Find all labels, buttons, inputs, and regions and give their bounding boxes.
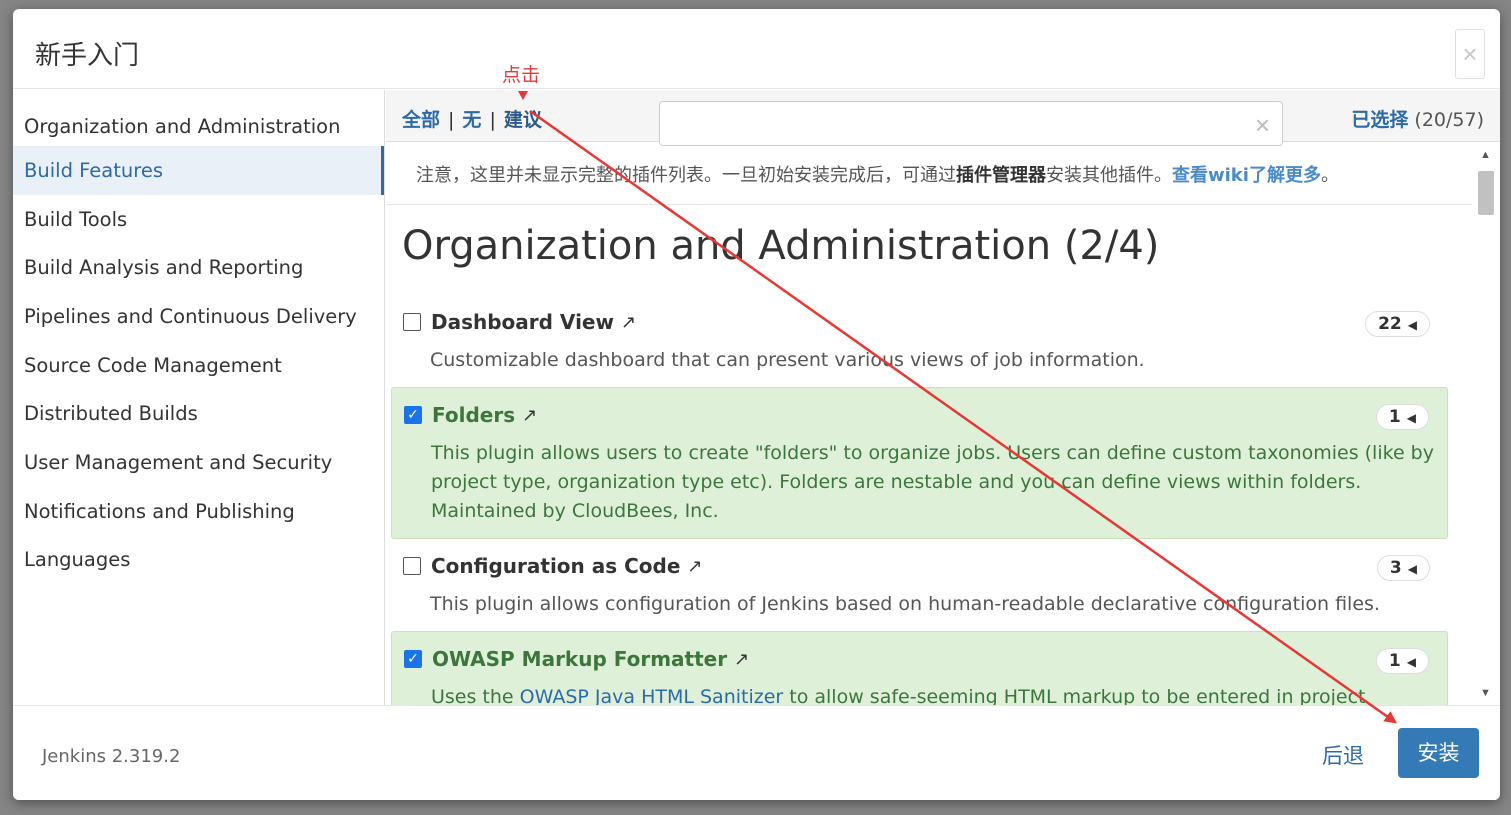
annotation-arrow-line xyxy=(529,109,1398,724)
annotation-arrows xyxy=(518,91,1398,724)
annotation-pointer-icon xyxy=(518,91,528,100)
